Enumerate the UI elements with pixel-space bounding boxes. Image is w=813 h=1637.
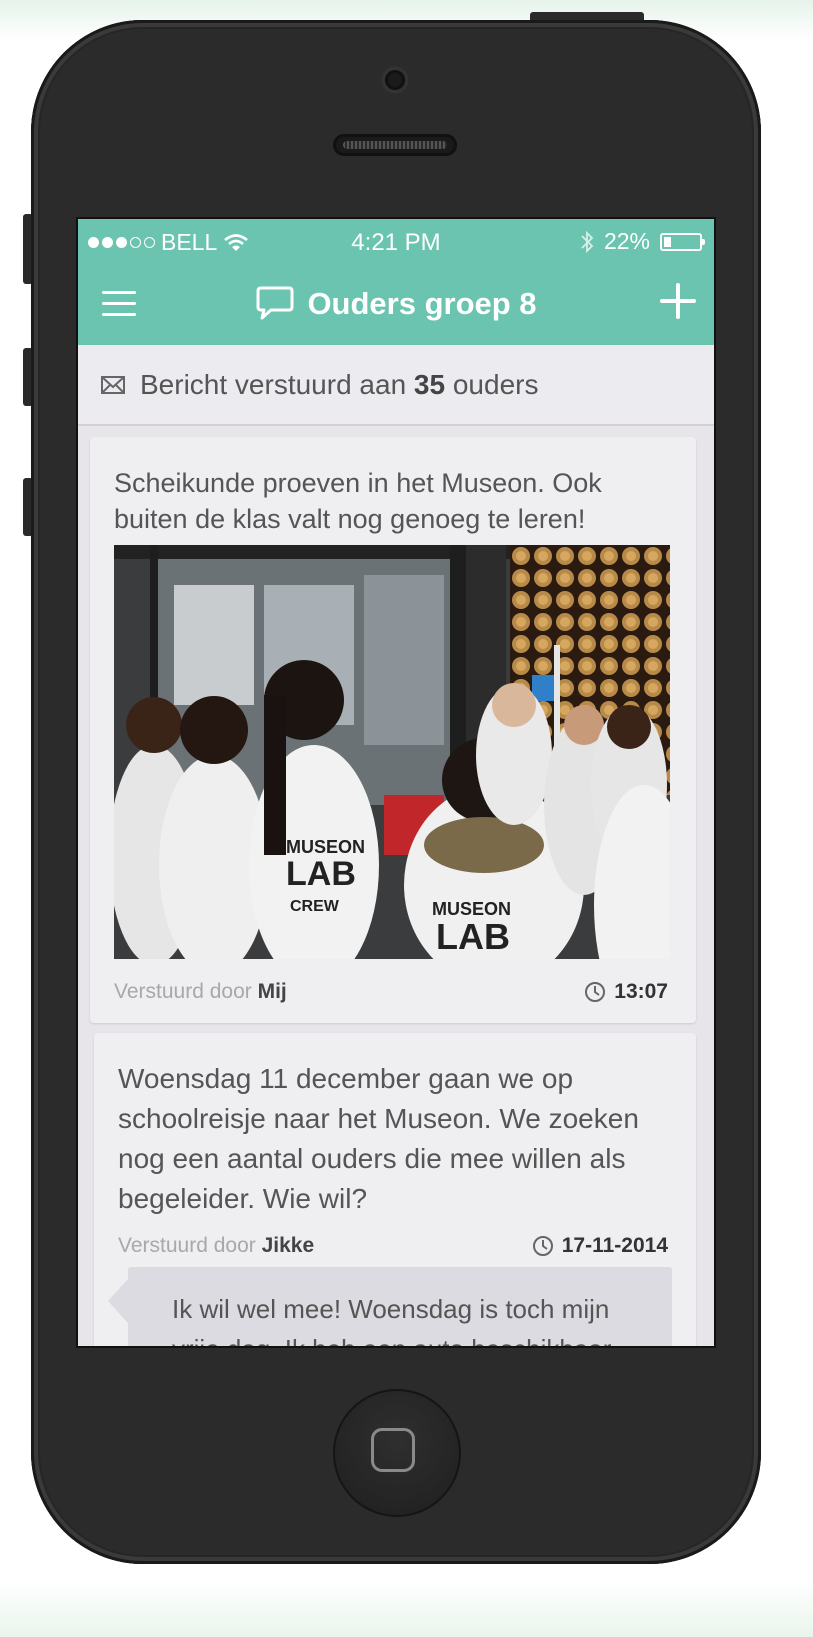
front-camera bbox=[381, 66, 409, 94]
clock-icon bbox=[585, 982, 606, 1002]
group-title: Ouders groep 8 bbox=[307, 286, 537, 321]
sent-notice: Bericht verstuurd aan 35 ouders bbox=[78, 345, 714, 426]
message-text: Woensdag 11 december gaan we op schoolre… bbox=[118, 1063, 639, 1214]
sent-notice-prefix: Bericht verstuurd aan bbox=[140, 368, 407, 400]
battery-percent: 22% bbox=[603, 228, 650, 254]
status-bar: BELL 4:21 PM 22% bbox=[78, 219, 714, 265]
photo-illustration: MUSEON LAB CREW MUSEON LAB bbox=[114, 545, 670, 959]
sent-notice-suffix: ouders bbox=[452, 368, 539, 400]
message-card[interactable]: Scheikunde proeven in het Museon. Ook bu… bbox=[90, 437, 696, 1023]
message-sender: Verstuurd door Jikke bbox=[118, 1234, 314, 1258]
sent-notice-text: Bericht verstuurd aan 35 ouders bbox=[140, 369, 538, 401]
message-text: Scheikunde proeven in het Museon. Ook bu… bbox=[114, 468, 602, 534]
sent-by-label: Verstuurd door bbox=[114, 980, 252, 1003]
sent-notice-count: 35 bbox=[413, 368, 446, 400]
chat-bubble-icon bbox=[256, 286, 294, 320]
speaker-mesh bbox=[343, 141, 447, 149]
time-text: 17-11-2014 bbox=[561, 1234, 668, 1257]
coat-text-crew: CREW bbox=[290, 898, 340, 915]
reply-bubble[interactable]: Ik wil wel mee! Woensdag is toch mijn vr… bbox=[108, 1267, 672, 1346]
time-text: 13:07 bbox=[614, 980, 668, 1003]
home-square-icon bbox=[371, 1428, 415, 1472]
message-card[interactable]: Woensdag 11 december gaan we op schoolre… bbox=[94, 1033, 696, 1346]
message-time: 17-11-2014 bbox=[532, 1234, 668, 1258]
message-photo[interactable]: MUSEON LAB CREW MUSEON LAB bbox=[114, 545, 670, 959]
sender-name: Jikke bbox=[261, 1234, 315, 1257]
message-sender: Verstuurd door Mij bbox=[114, 980, 287, 1004]
coat-text-museon: MUSEON bbox=[286, 837, 365, 857]
nav-bar: Ouders groep 8 bbox=[78, 265, 714, 345]
envelope-icon bbox=[101, 375, 125, 394]
sender-name: Mij bbox=[257, 980, 287, 1003]
battery-icon bbox=[660, 232, 705, 251]
bluetooth-icon bbox=[581, 230, 594, 253]
coat-text-lab-2: LAB bbox=[436, 916, 510, 957]
message-time: 13:07 bbox=[584, 980, 668, 1004]
phone-screen: BELL 4:21 PM 22% Ouders groep 8 Bericht … bbox=[78, 219, 714, 1346]
plus-icon[interactable] bbox=[660, 283, 696, 319]
sent-by-label: Verstuurd door bbox=[118, 1234, 256, 1257]
reply-text: Ik wil wel mee! Woensdag is toch mijn vr… bbox=[172, 1294, 611, 1346]
nav-title: Ouders groep 8 bbox=[78, 285, 714, 323]
coat-text-lab: LAB bbox=[286, 855, 356, 893]
clock-icon bbox=[532, 1236, 553, 1256]
